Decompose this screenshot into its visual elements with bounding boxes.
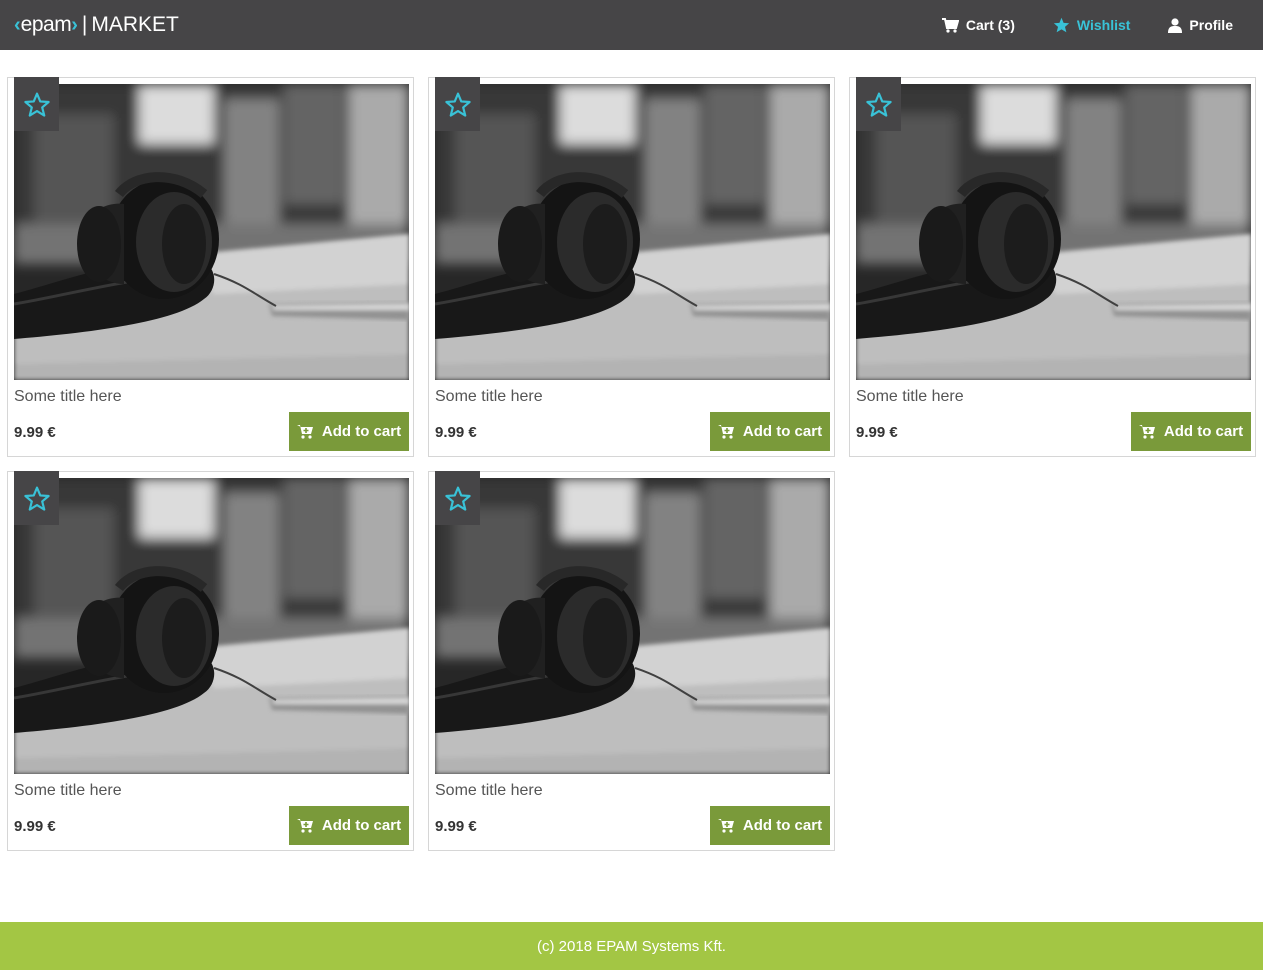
add-to-cart-label: Add to cart xyxy=(321,817,402,834)
footer: (c) 2018 EPAM Systems Kft. xyxy=(0,922,1263,970)
wishlist-toggle[interactable] xyxy=(14,77,59,131)
brand-separator: | xyxy=(81,13,88,36)
product-image[interactable] xyxy=(14,478,409,774)
product-price: 9.99 € xyxy=(435,424,477,441)
wishlist-toggle[interactable] xyxy=(14,471,59,525)
nav-profile[interactable]: Profile xyxy=(1168,17,1233,33)
product-title[interactable]: Some title here xyxy=(435,782,543,800)
nav-wishlist[interactable]: Wishlist xyxy=(1053,17,1131,33)
add-to-cart-button[interactable]: Add to cart xyxy=(1131,412,1251,451)
add-to-cart-label: Add to cart xyxy=(742,817,823,834)
top-navbar: ‹ epam › | MARKET Cart (3) Wishlist Prof… xyxy=(0,0,1263,50)
add-to-cart-button[interactable]: Add to cart xyxy=(710,806,830,845)
product-card: Some title here 9.99 € Add to cart xyxy=(7,471,414,851)
product-image[interactable] xyxy=(14,84,409,380)
add-to-cart-button[interactable]: Add to cart xyxy=(289,412,409,451)
nav-profile-label: Profile xyxy=(1189,17,1233,33)
star-icon xyxy=(1053,17,1070,33)
product-title[interactable]: Some title here xyxy=(435,388,543,406)
chevron-left-icon: ‹ xyxy=(14,13,21,36)
cart-plus-icon xyxy=(717,819,734,833)
star-outline-icon xyxy=(444,92,471,117)
nav-wishlist-label: Wishlist xyxy=(1076,17,1131,33)
product-image[interactable] xyxy=(435,478,830,774)
star-outline-icon xyxy=(23,92,50,117)
product-price: 9.99 € xyxy=(435,818,477,835)
cart-plus-icon xyxy=(296,819,313,833)
product-price: 9.99 € xyxy=(856,424,898,441)
nav-links: Cart (3) Wishlist Profile xyxy=(904,0,1233,50)
product-card: Some title here 9.99 € Add to cart xyxy=(7,77,414,457)
product-title[interactable]: Some title here xyxy=(856,388,964,406)
epam-logo: epam xyxy=(20,13,72,36)
add-to-cart-button[interactable]: Add to cart xyxy=(289,806,409,845)
wishlist-toggle[interactable] xyxy=(856,77,901,131)
product-title[interactable]: Some title here xyxy=(14,782,122,800)
product-image[interactable] xyxy=(856,84,1251,380)
wishlist-toggle[interactable] xyxy=(435,471,480,525)
nav-cart[interactable]: Cart (3) xyxy=(941,17,1015,33)
footer-copyright: (c) 2018 EPAM Systems Kft. xyxy=(537,937,726,955)
cart-plus-icon xyxy=(296,425,313,439)
app-title: MARKET xyxy=(91,13,179,36)
nav-cart-label: Cart (3) xyxy=(965,17,1015,33)
user-icon xyxy=(1168,17,1183,33)
chevron-right-icon: › xyxy=(71,13,78,36)
add-to-cart-button[interactable]: Add to cart xyxy=(710,412,830,451)
product-card: Some title here 9.99 € Add to cart xyxy=(428,77,835,457)
cart-plus-icon xyxy=(1138,425,1155,439)
product-image[interactable] xyxy=(435,84,830,380)
cart-plus-icon xyxy=(717,425,734,439)
star-outline-icon xyxy=(865,92,892,117)
add-to-cart-label: Add to cart xyxy=(1163,423,1244,440)
product-card: Some title here 9.99 € Add to cart xyxy=(428,471,835,851)
product-price: 9.99 € xyxy=(14,424,56,441)
add-to-cart-label: Add to cart xyxy=(742,423,823,440)
star-outline-icon xyxy=(444,486,471,511)
brand[interactable]: ‹ epam › | MARKET xyxy=(14,11,179,39)
wishlist-toggle[interactable] xyxy=(435,77,480,131)
star-outline-icon xyxy=(23,486,50,511)
cart-icon xyxy=(941,17,959,33)
product-title[interactable]: Some title here xyxy=(14,388,122,406)
product-price: 9.99 € xyxy=(14,818,56,835)
add-to-cart-label: Add to cart xyxy=(321,423,402,440)
product-card: Some title here 9.99 € Add to cart xyxy=(849,77,1256,457)
